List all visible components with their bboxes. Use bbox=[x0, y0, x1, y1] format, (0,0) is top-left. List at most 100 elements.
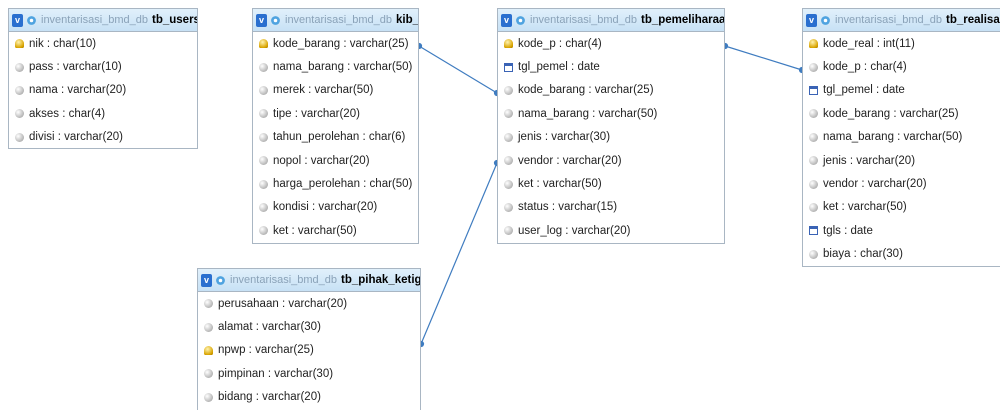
column-icon bbox=[15, 109, 24, 119]
field-row[interactable]: ket : varchar(50) bbox=[498, 172, 724, 195]
field-label: akses : char(4) bbox=[29, 107, 106, 120]
gear-icon[interactable] bbox=[215, 275, 226, 286]
table-kib-b[interactable]: v inventarisasi_bmd_db kib_b kode_barang… bbox=[252, 8, 419, 244]
field-row[interactable]: nama_barang : varchar(50) bbox=[253, 55, 418, 78]
table-name: tb_realisas bbox=[946, 14, 1000, 26]
field-label: user_log : varchar(20) bbox=[518, 224, 631, 237]
table-tb-pihak-ketiga[interactable]: v inventarisasi_bmd_db tb_pihak_ketiga p… bbox=[197, 268, 421, 410]
table-header[interactable]: v inventarisasi_bmd_db tb_pemeliharaan bbox=[498, 9, 724, 32]
column-icon bbox=[15, 132, 24, 142]
table-header[interactable]: v inventarisasi_bmd_db tb_pihak_ketiga bbox=[198, 269, 420, 292]
field-label: kondisi : varchar(20) bbox=[273, 201, 378, 214]
toggle-icon[interactable]: v bbox=[501, 13, 512, 27]
field-row[interactable]: kode_real : int(11) bbox=[803, 32, 1000, 55]
table-header[interactable]: v inventarisasi_bmd_db tb_users bbox=[9, 9, 197, 32]
field-row[interactable]: harga_perolehan : char(50) bbox=[253, 172, 418, 195]
date-icon bbox=[809, 85, 818, 95]
column-icon bbox=[204, 322, 213, 332]
field-label: biaya : char(30) bbox=[823, 248, 903, 261]
column-icon bbox=[15, 62, 24, 72]
column-icon bbox=[504, 132, 513, 142]
column-icon bbox=[504, 226, 513, 236]
toggle-icon[interactable]: v bbox=[201, 273, 212, 287]
column-icon bbox=[259, 179, 268, 189]
column-icon bbox=[259, 202, 268, 212]
field-row[interactable]: user_log : varchar(20) bbox=[498, 219, 724, 242]
field-row[interactable]: tgl_pemel : date bbox=[498, 55, 724, 78]
database-name: inventarisasi_bmd_db bbox=[835, 14, 943, 26]
field-row[interactable]: pass : varchar(10) bbox=[9, 55, 197, 78]
field-label: kode_barang : varchar(25) bbox=[823, 107, 959, 120]
field-row[interactable]: perusahaan : varchar(20) bbox=[198, 292, 420, 315]
table-header[interactable]: v inventarisasi_bmd_db tb_realisas bbox=[803, 9, 1000, 32]
column-icon bbox=[259, 132, 268, 142]
table-name: kib_b bbox=[396, 14, 418, 26]
field-label: vendor : varchar(20) bbox=[823, 178, 927, 191]
field-row[interactable]: ket : varchar(50) bbox=[253, 219, 418, 242]
table-name: tb_pemeliharaan bbox=[641, 14, 724, 26]
column-icon bbox=[259, 85, 268, 95]
field-label: tahun_perolehan : char(6) bbox=[273, 131, 406, 144]
field-row[interactable]: nik : char(10) bbox=[9, 32, 197, 55]
field-row[interactable]: kode_barang : varchar(25) bbox=[803, 102, 1000, 125]
field-row[interactable]: status : varchar(15) bbox=[498, 196, 724, 219]
field-row[interactable]: tgl_pemel : date bbox=[803, 79, 1000, 102]
field-row[interactable]: bidang : varchar(20) bbox=[198, 386, 420, 409]
field-row[interactable]: kode_barang : varchar(25) bbox=[498, 79, 724, 102]
database-name: inventarisasi_bmd_db bbox=[530, 14, 638, 26]
field-row[interactable]: pimpinan : varchar(30) bbox=[198, 362, 420, 385]
field-label: nama : varchar(20) bbox=[29, 84, 127, 97]
field-row[interactable]: nama : varchar(20) bbox=[9, 79, 197, 102]
date-icon bbox=[809, 226, 818, 236]
field-row[interactable]: jenis : varchar(30) bbox=[498, 126, 724, 149]
primary-key-icon bbox=[204, 345, 213, 355]
field-label: tgls : date bbox=[823, 224, 873, 237]
field-label: kode_real : int(11) bbox=[823, 37, 915, 50]
database-name: inventarisasi_bmd_db bbox=[230, 274, 338, 286]
field-row[interactable]: tipe : varchar(20) bbox=[253, 102, 418, 125]
table-name: tb_pihak_ketiga bbox=[341, 274, 420, 286]
field-row[interactable]: ket : varchar(50) bbox=[803, 196, 1000, 219]
column-icon bbox=[809, 249, 818, 259]
field-label: jenis : varchar(30) bbox=[518, 131, 611, 144]
field-row[interactable]: jenis : varchar(20) bbox=[803, 149, 1000, 172]
field-row[interactable]: kondisi : varchar(20) bbox=[253, 196, 418, 219]
field-row[interactable]: merek : varchar(50) bbox=[253, 79, 418, 102]
relation-pemeliharaan-realisasi bbox=[724, 45, 803, 71]
field-row[interactable]: akses : char(4) bbox=[9, 102, 197, 125]
gear-icon[interactable] bbox=[820, 15, 831, 26]
gear-icon[interactable] bbox=[270, 15, 281, 26]
table-tb-realisasi[interactable]: v inventarisasi_bmd_db tb_realisas kode_… bbox=[802, 8, 1000, 267]
field-row[interactable]: kode_p : char(4) bbox=[498, 32, 724, 55]
table-tb-users[interactable]: v inventarisasi_bmd_db tb_users nik : ch… bbox=[8, 8, 198, 149]
field-row[interactable]: divisi : varchar(20) bbox=[9, 126, 197, 149]
field-row[interactable]: tahun_perolehan : char(6) bbox=[253, 126, 418, 149]
field-row[interactable]: nopol : varchar(20) bbox=[253, 149, 418, 172]
field-row[interactable]: vendor : varchar(20) bbox=[498, 149, 724, 172]
column-icon bbox=[259, 156, 268, 166]
field-label: nik : char(10) bbox=[29, 37, 97, 50]
table-tb-pemeliharaan[interactable]: v inventarisasi_bmd_db tb_pemeliharaan k… bbox=[497, 8, 725, 244]
table-header[interactable]: v inventarisasi_bmd_db kib_b bbox=[253, 9, 418, 32]
field-row[interactable]: kode_p : char(4) bbox=[803, 55, 1000, 78]
column-icon bbox=[809, 62, 818, 72]
field-row[interactable]: npwp : varchar(25) bbox=[198, 339, 420, 362]
date-icon bbox=[504, 62, 513, 72]
field-label: kode_p : char(4) bbox=[518, 37, 602, 50]
field-row[interactable]: alamat : varchar(30) bbox=[198, 315, 420, 338]
field-row[interactable]: nama_barang : varchar(50) bbox=[803, 126, 1000, 149]
field-row[interactable]: nama_barang : varchar(50) bbox=[498, 102, 724, 125]
field-row[interactable]: kode_barang : varchar(25) bbox=[253, 32, 418, 55]
field-row[interactable]: vendor : varchar(20) bbox=[803, 172, 1000, 195]
field-label: merek : varchar(50) bbox=[273, 84, 374, 97]
column-icon bbox=[504, 109, 513, 119]
toggle-icon[interactable]: v bbox=[806, 13, 817, 27]
field-row[interactable]: biaya : char(30) bbox=[803, 243, 1000, 266]
field-row[interactable]: tgls : date bbox=[803, 219, 1000, 242]
column-icon bbox=[259, 109, 268, 119]
toggle-icon[interactable]: v bbox=[12, 13, 23, 27]
gear-icon[interactable] bbox=[515, 15, 526, 26]
toggle-icon[interactable]: v bbox=[256, 13, 267, 27]
gear-icon[interactable] bbox=[26, 15, 37, 26]
column-icon bbox=[204, 392, 213, 402]
